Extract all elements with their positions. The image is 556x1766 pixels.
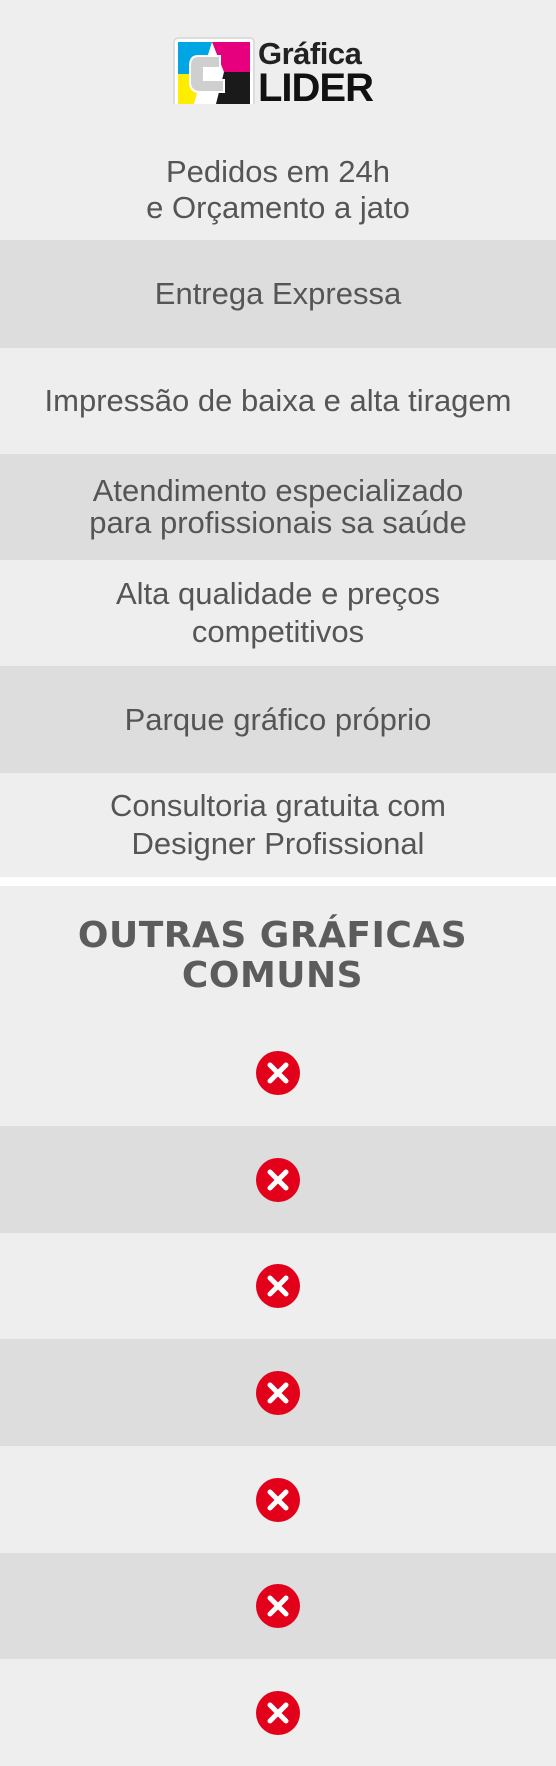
comparison-row [0,1126,556,1233]
feature-label: Alta qualidade e preços competitivos [115,576,440,649]
feature-label: Atendimento especializado para profissio… [89,473,467,540]
feature-label: Impressão de baixa e alta tiragem [44,383,512,418]
feature-row: Pedidos em 24h e Orçamento a jato [0,104,556,240]
others-heading: OUTRAS GRÁFICAS COMUNS [77,915,468,996]
feature-label: Consultoria gratuita com Designer Profis… [110,788,446,861]
feature-row: Entrega Expressa [0,240,556,348]
x-circle-icon [256,1157,300,1202]
feature-row: Alta qualidade e preços competitivos [0,560,556,666]
comparison-row [0,1446,556,1553]
comparison-row [0,1339,556,1446]
x-circle-icon [256,1584,300,1628]
comparison-row [0,1659,556,1766]
x-circle-icon [256,1264,300,1308]
x-circle-icon [256,1370,300,1415]
logo-badge-icon [173,37,255,109]
comparison-row [0,1233,556,1339]
comparison-table: Gráfica LIDER Pedidos em 24h e Orçamento… [0,0,556,1766]
feature-label: Pedidos em 24h e Orçamento a jato [146,154,410,225]
feature-row: Consultoria gratuita com Designer Profis… [0,773,556,877]
feature-row: Impressão de baixa e alta tiragem [0,348,556,454]
comparison-row [0,1553,556,1659]
feature-label: Entrega Expressa [154,276,402,311]
feature-label: Parque gráfico próprio [124,701,432,737]
lider-column: Gráfica LIDER Pedidos em 24h e Orçamento… [0,0,556,877]
grafica-lider-logo: Gráfica LIDER [172,36,396,112]
feature-row: Atendimento especializado para profissio… [0,454,556,560]
section-divider [0,877,556,886]
x-circle-icon [256,1690,300,1735]
x-circle-icon [256,1051,300,1095]
feature-row: Parque gráfico próprio [0,666,556,773]
logo-text-lider: LIDER [258,66,374,110]
comparison-row [0,1020,556,1126]
x-circle-icon [256,1477,300,1522]
